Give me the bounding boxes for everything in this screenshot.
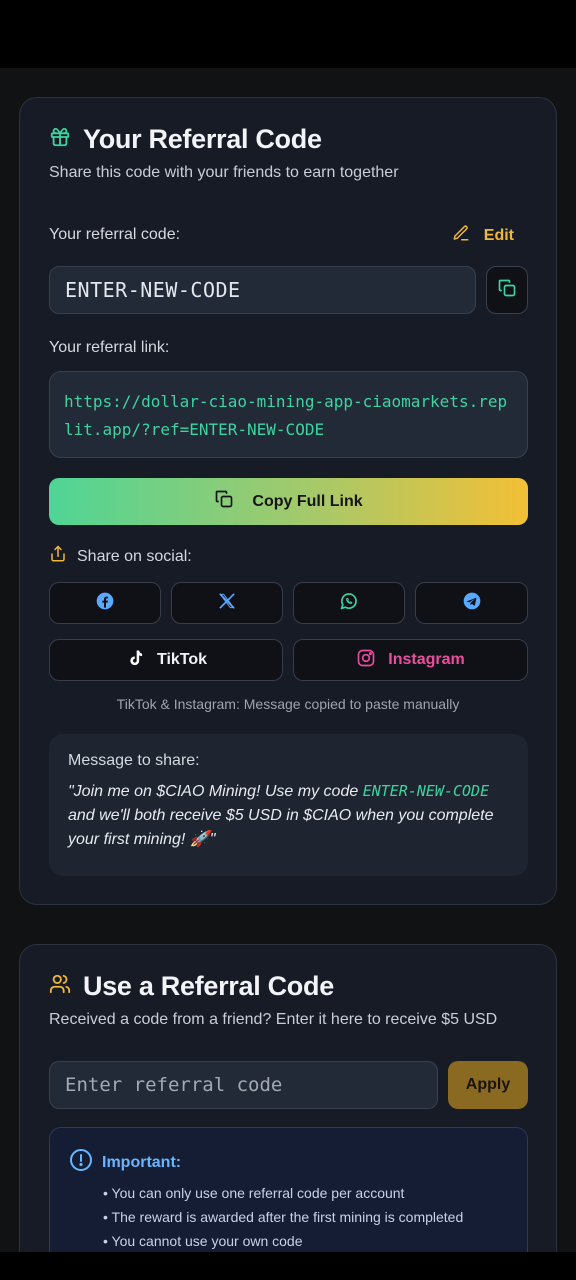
users-icon xyxy=(49,973,71,1000)
navigation-bar xyxy=(0,1252,576,1280)
referral-card-title: Your Referral Code xyxy=(83,124,322,154)
apply-button[interactable]: Apply xyxy=(448,1061,528,1109)
referral-card-header: Your Referral Code xyxy=(49,124,322,155)
important-item: • The reward is awarded after the first … xyxy=(103,1209,464,1225)
page: Your Referral Code Share this code with … xyxy=(0,68,576,1252)
important-item: • You cannot use your own code xyxy=(103,1233,303,1249)
message-code: ENTER-NEW-CODE xyxy=(362,782,490,800)
message-part1: "Join me on $CIAO Mining! Use my code xyxy=(68,783,363,800)
facebook-icon xyxy=(95,591,115,616)
copy-code-button[interactable] xyxy=(486,266,528,314)
message-body: "Join me on $CIAO Mining! Use my code EN… xyxy=(68,779,509,852)
important-header: Important: xyxy=(69,1148,508,1177)
copy-full-link-button[interactable]: Copy Full Link xyxy=(49,478,528,525)
important-notice: Important: • You can only use one referr… xyxy=(49,1127,528,1252)
important-title: Important: xyxy=(102,1153,182,1171)
gift-icon xyxy=(49,126,71,153)
referral-code-input[interactable] xyxy=(49,1061,438,1109)
use-card-title: Use a Referral Code xyxy=(83,971,334,1001)
whatsapp-icon xyxy=(339,591,359,616)
message-part2: and we'll both receive $5 USD in $CIAO w… xyxy=(68,807,494,848)
share-instagram-button[interactable]: Instagram xyxy=(293,639,528,681)
use-card-subtitle: Received a code from a friend? Enter it … xyxy=(49,1011,498,1028)
copy-icon xyxy=(497,278,517,303)
share-telegram-button[interactable] xyxy=(415,582,528,624)
referral-code-label: Your referral code: xyxy=(49,226,181,243)
instagram-label: Instagram xyxy=(388,651,465,668)
share-tiktok-button[interactable]: TikTok xyxy=(49,639,283,681)
telegram-icon xyxy=(462,591,482,616)
message-to-share: Message to share: "Join me on $CIAO Mini… xyxy=(49,734,528,876)
x-icon xyxy=(217,591,237,616)
share-x-button[interactable] xyxy=(171,582,283,624)
share-facebook-button[interactable] xyxy=(49,582,161,624)
share-icon xyxy=(49,545,67,568)
referral-code-card: Your Referral Code Share this code with … xyxy=(19,97,557,905)
important-item: • You can only use one referral code per… xyxy=(103,1185,405,1201)
copy-full-link-label: Copy Full Link xyxy=(252,492,363,510)
alert-circle-icon xyxy=(69,1148,93,1177)
referral-card-subtitle: Share this code with your friends to ear… xyxy=(49,164,399,181)
tiktok-icon xyxy=(125,648,145,673)
referral-link-display[interactable]: https://dollar-ciao-mining-app-ciaomarke… xyxy=(49,371,528,458)
edit-label: Edit xyxy=(483,226,514,244)
important-list: • You can only use one referral code per… xyxy=(103,1181,508,1252)
share-on-social: Share on social: xyxy=(49,545,192,568)
share-whatsapp-button[interactable] xyxy=(293,582,405,624)
pencil-icon xyxy=(452,224,470,247)
referral-code-display[interactable]: ENTER-NEW-CODE xyxy=(49,266,476,314)
copy-icon xyxy=(214,489,234,514)
share-label: Share on social: xyxy=(77,547,192,565)
use-card-header: Use a Referral Code xyxy=(49,971,334,1002)
referral-link-label: Your referral link: xyxy=(49,339,170,356)
message-title: Message to share: xyxy=(68,752,200,769)
edit-code-button[interactable]: Edit xyxy=(452,224,514,247)
social-note: TikTok & Instagram: Message copied to pa… xyxy=(116,696,460,712)
tiktok-label: TikTok xyxy=(156,651,208,668)
status-bar xyxy=(0,0,576,68)
instagram-icon xyxy=(356,648,376,673)
use-referral-card: Use a Referral Code Received a code from… xyxy=(19,944,557,1252)
